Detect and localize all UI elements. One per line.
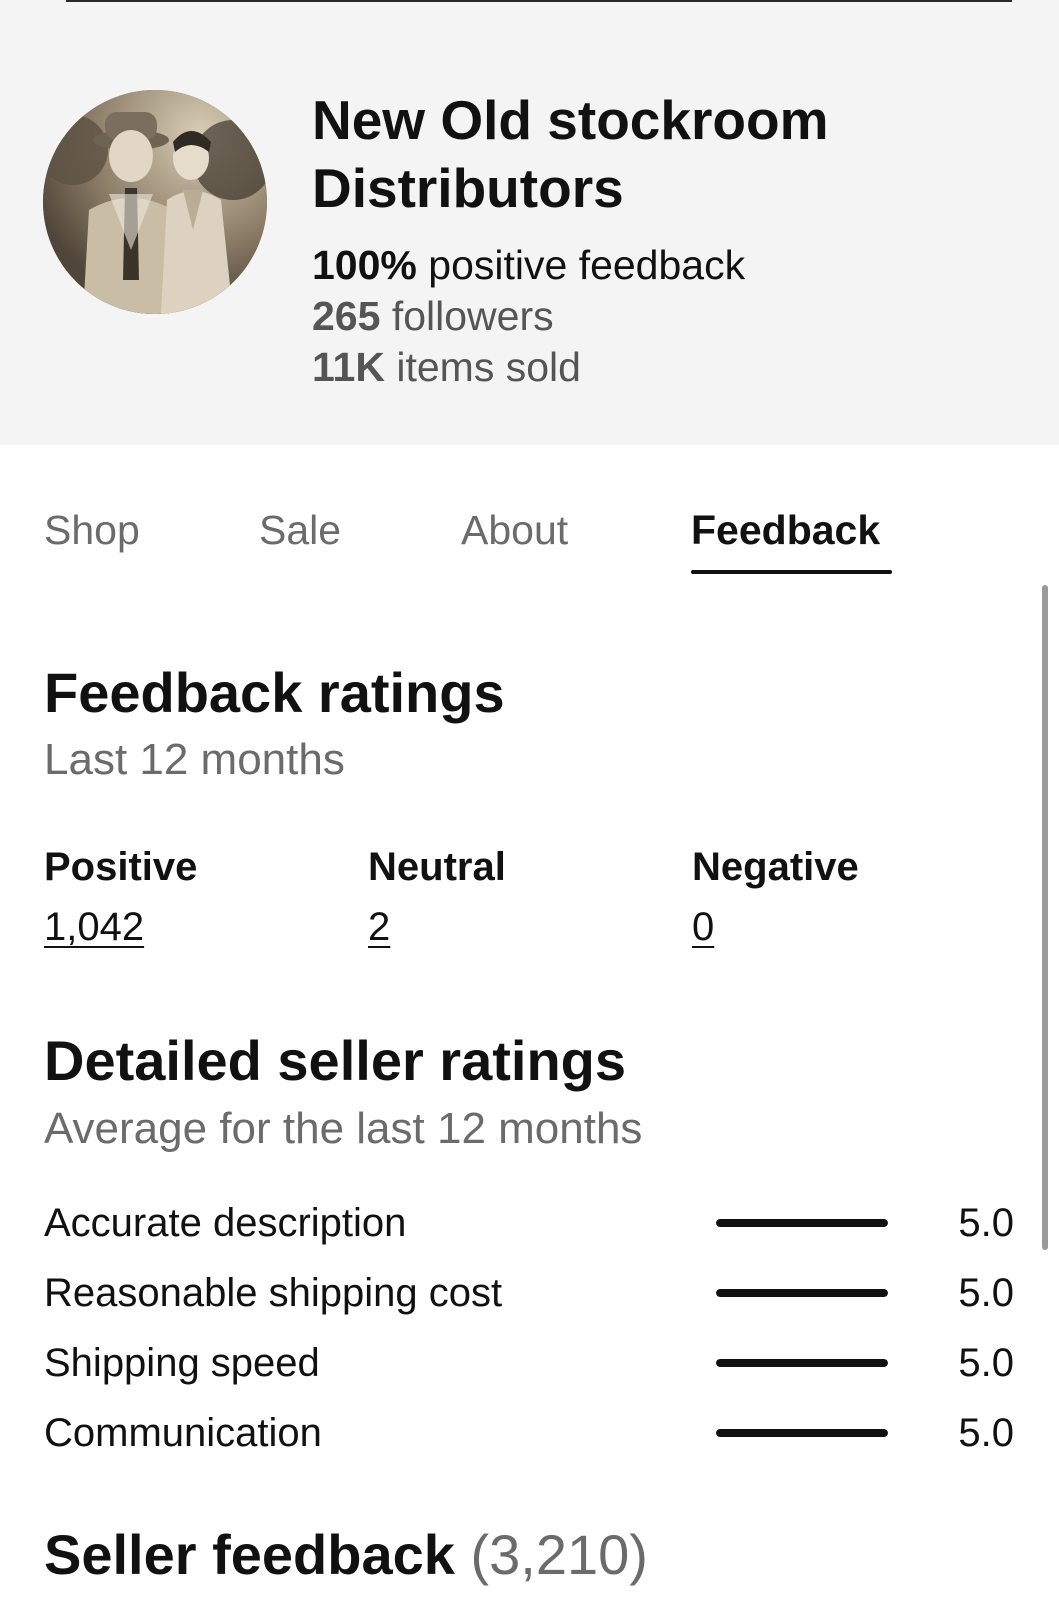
neutral-count-link[interactable]: 2 bbox=[368, 902, 506, 952]
seller-name: New Old stockroom Distributors bbox=[312, 89, 829, 219]
top-divider bbox=[66, 0, 1012, 2]
dsr-label: Reasonable shipping cost bbox=[44, 1271, 503, 1315]
feedback-ratings-title: Feedback ratings bbox=[44, 661, 505, 724]
rating-bar bbox=[716, 1429, 888, 1437]
positive-feedback-value: 100% bbox=[312, 242, 417, 288]
tab-feedback[interactable]: Feedback bbox=[691, 505, 880, 555]
positive-count-link[interactable]: 1,042 bbox=[44, 902, 197, 952]
rating-bar-fill bbox=[716, 1219, 888, 1227]
followers-stat[interactable]: 265 followers bbox=[312, 291, 554, 341]
dsr-row-communication: Communication 5.0 bbox=[44, 1403, 1014, 1463]
seller-header: New Old stockroom Distributors 100% posi… bbox=[0, 0, 1059, 445]
neutral-label: Neutral bbox=[368, 845, 506, 889]
dsr-value: 5.0 bbox=[958, 1201, 1014, 1245]
followers-value: 265 bbox=[312, 293, 381, 339]
positive-column: Positive 1,042 bbox=[44, 842, 197, 952]
negative-label: Negative bbox=[692, 845, 859, 889]
items-sold-label: items sold bbox=[396, 344, 581, 390]
items-sold-stat: 11K items sold bbox=[312, 342, 581, 392]
rating-bar-fill bbox=[716, 1289, 888, 1297]
negative-count-link[interactable]: 0 bbox=[692, 902, 859, 952]
dsr-value: 5.0 bbox=[958, 1411, 1014, 1455]
negative-column: Negative 0 bbox=[692, 842, 859, 952]
seller-feedback-count: (3,210) bbox=[470, 1523, 648, 1586]
positive-feedback-label: positive feedback bbox=[428, 242, 746, 288]
positive-label: Positive bbox=[44, 845, 198, 889]
dsr-label: Shipping speed bbox=[44, 1341, 320, 1385]
detailed-ratings-title: Detailed seller ratings bbox=[44, 1029, 627, 1092]
dsr-label: Communication bbox=[44, 1411, 322, 1455]
dsr-row-accurate-description: Accurate description 5.0 bbox=[44, 1193, 1014, 1253]
tab-sale[interactable]: Sale bbox=[259, 505, 341, 555]
dsr-label: Accurate description bbox=[44, 1201, 407, 1245]
dsr-row-shipping-cost: Reasonable shipping cost 5.0 bbox=[44, 1263, 1014, 1323]
dsr-row-shipping-speed: Shipping speed 5.0 bbox=[44, 1333, 1014, 1393]
rating-bar-fill bbox=[716, 1429, 888, 1437]
rating-bar bbox=[716, 1219, 888, 1227]
dsr-value: 5.0 bbox=[958, 1341, 1014, 1385]
active-tab-indicator bbox=[691, 570, 892, 574]
tab-about[interactable]: About bbox=[461, 505, 568, 555]
neutral-column: Neutral 2 bbox=[368, 842, 506, 952]
tab-shop[interactable]: Shop bbox=[44, 505, 140, 555]
rating-bar bbox=[716, 1289, 888, 1297]
detailed-ratings-subtitle: Average for the last 12 months bbox=[44, 1104, 643, 1153]
rating-bar-fill bbox=[716, 1359, 888, 1367]
seller-feedback-heading[interactable]: Seller feedback (3,210) bbox=[44, 1522, 648, 1588]
seller-feedback-title: Seller feedback bbox=[44, 1523, 455, 1586]
avatar-photo bbox=[43, 90, 267, 314]
positive-feedback-stat: 100% positive feedback bbox=[312, 240, 745, 290]
scrollbar[interactable] bbox=[1042, 585, 1048, 1250]
rating-bar bbox=[716, 1359, 888, 1367]
seller-avatar[interactable] bbox=[43, 90, 267, 314]
items-sold-value: 11K bbox=[312, 344, 385, 390]
followers-label: followers bbox=[391, 293, 554, 339]
feedback-ratings-subtitle: Last 12 months bbox=[44, 735, 345, 784]
dsr-value: 5.0 bbox=[958, 1271, 1014, 1315]
